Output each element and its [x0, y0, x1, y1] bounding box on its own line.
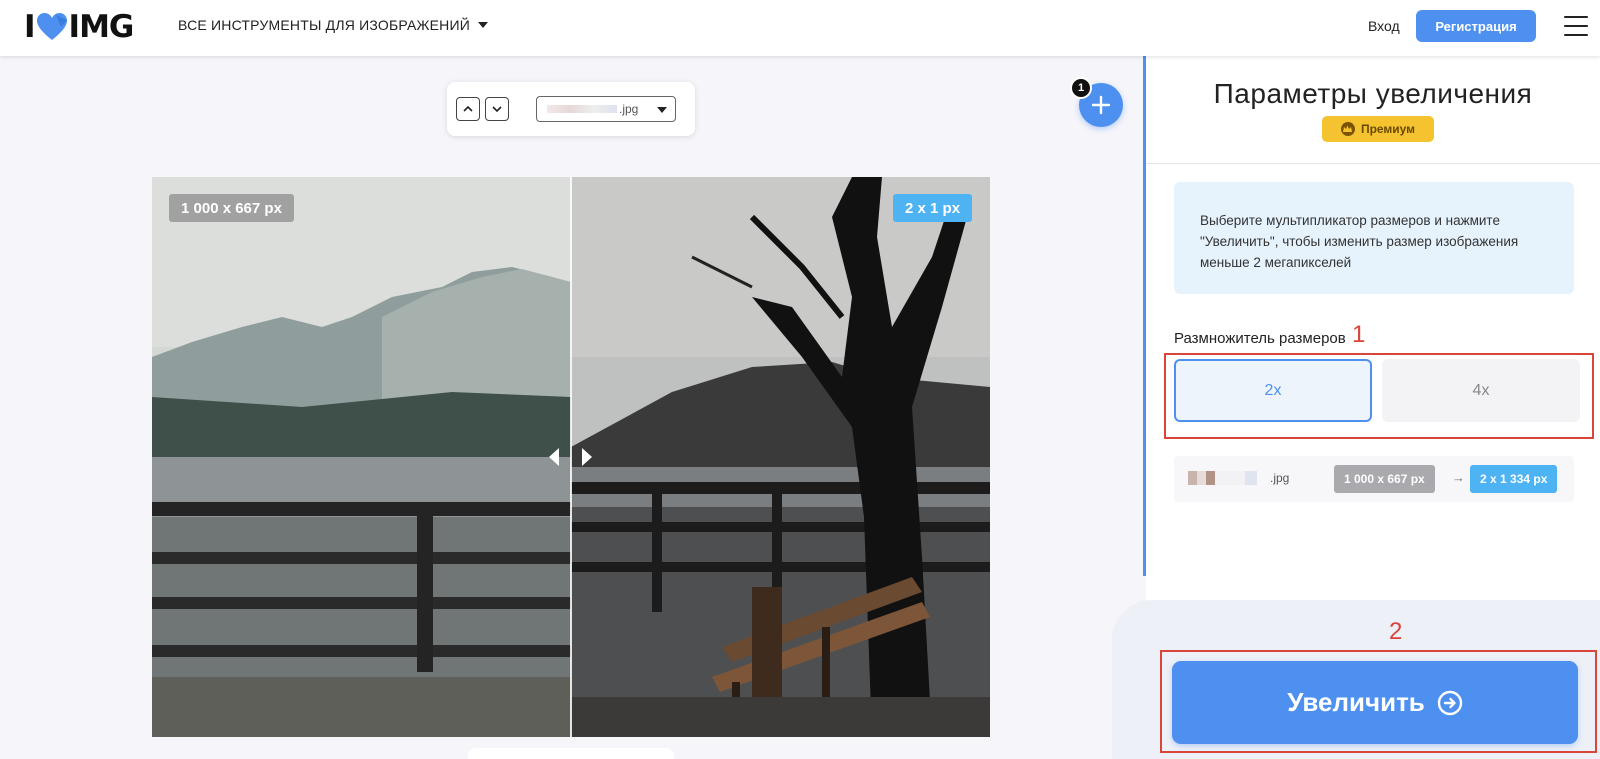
- slider-right-arrow-icon[interactable]: [582, 448, 592, 466]
- hamburger-menu-icon[interactable]: [1564, 16, 1588, 36]
- info-message: Выберите мультипликатор размеров и нажми…: [1174, 182, 1574, 294]
- file-select-dropdown[interactable]: .jpg: [536, 96, 676, 122]
- blurred-filename: [547, 105, 617, 113]
- comparison-divider[interactable]: [570, 177, 572, 737]
- panel-title: Параметры увеличения: [1213, 78, 1533, 109]
- original-size-tag: 1 000 x 667 px: [169, 194, 294, 222]
- heart-logo-icon: [36, 13, 67, 40]
- image-comparison-preview[interactable]: 1 000 x 667 px 2 x 1 px: [152, 177, 990, 737]
- all-tools-label: ВСЕ ИНСТРУМЕНТЫ ДЛЯ ИЗОБРАЖЕНИЙ: [178, 17, 470, 33]
- plus-icon: [1091, 95, 1111, 115]
- slider-left-arrow-icon[interactable]: [549, 448, 559, 466]
- crown-icon: [1340, 122, 1355, 136]
- file-count-badge: 1: [1070, 77, 1092, 99]
- preview-footer-card: [468, 748, 674, 759]
- annotation-number-2: 2: [1389, 618, 1403, 645]
- annotation-box-enlarge: [1160, 650, 1597, 753]
- login-link[interactable]: Вход: [1368, 18, 1400, 34]
- caret-down-icon: [478, 22, 488, 28]
- size-arrow: →: [1452, 470, 1465, 485]
- logo-text-right: IMG: [68, 9, 135, 45]
- register-button[interactable]: Регистрация: [1416, 10, 1536, 42]
- chevron-down-icon: [492, 106, 502, 113]
- next-file-button[interactable]: [485, 97, 509, 121]
- logo[interactable]: I IMG: [24, 9, 135, 45]
- dropdown-caret-icon: [657, 107, 667, 113]
- file-size-summary-row: .jpg 1 000 x 667 px → 2 x 1 334 px: [1174, 456, 1574, 502]
- premium-label: Премиум: [1360, 122, 1416, 136]
- annotation-number-1: 1: [1352, 321, 1366, 348]
- annotation-box-multiplier: [1164, 353, 1594, 439]
- previous-file-button[interactable]: [456, 97, 480, 121]
- file-navigation-toolbar: .jpg: [447, 82, 695, 136]
- result-size-badge: 2 x 1 334 px: [1470, 465, 1558, 493]
- chevron-up-icon: [463, 105, 473, 112]
- original-size-badge: 1 000 x 667 px: [1334, 465, 1435, 493]
- file-extension: .jpg: [1270, 471, 1290, 485]
- blurred-filename: [1188, 471, 1268, 485]
- logo-text-left: I: [24, 9, 36, 45]
- top-header: I IMG ВСЕ ИНСТРУМЕНТЫ ДЛЯ ИЗОБРАЖЕНИЙ Вх…: [0, 0, 1600, 56]
- all-tools-menu[interactable]: ВСЕ ИНСТРУМЕНТЫ ДЛЯ ИЗОБРАЖЕНИЙ: [178, 17, 488, 33]
- premium-badge: Премиум: [1322, 116, 1434, 142]
- result-size-tag: 2 x 1 px: [893, 194, 973, 222]
- panel-divider: [1146, 163, 1600, 164]
- multiplier-label: Размножитель размеров: [1174, 330, 1346, 347]
- selected-file-ext: .jpg: [619, 102, 639, 116]
